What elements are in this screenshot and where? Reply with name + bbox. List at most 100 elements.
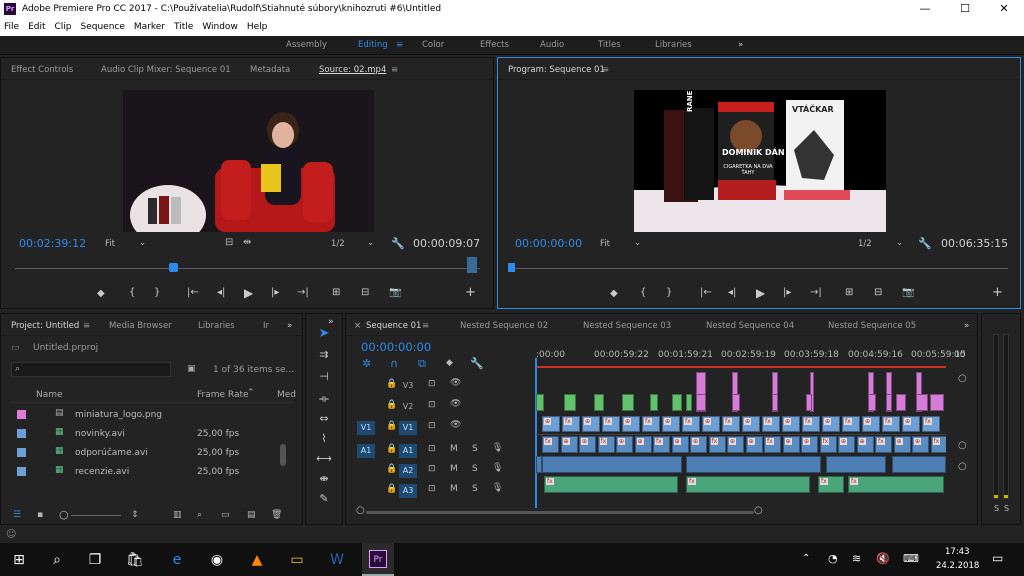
project-list-item[interactable]: ▦ odporúčame.avi 25,00 fps: [11, 444, 279, 462]
menu-sequence[interactable]: Sequence: [81, 22, 125, 32]
a1-clip[interactable]: ⊕: [782, 436, 800, 453]
source-resolution-dropdown[interactable]: 1/2: [331, 239, 345, 249]
label-color-swatch[interactable]: [17, 448, 26, 457]
rolling-edit-tool-icon[interactable]: ⟛: [312, 392, 336, 406]
a1-clip[interactable]: fx: [819, 436, 837, 453]
lock-icon[interactable]: 🔒: [386, 400, 397, 410]
program-mark-in-icon[interactable]: {: [640, 287, 646, 298]
tab-program[interactable]: Program: Sequence 01: [508, 65, 605, 75]
source-insert-icon[interactable]: ⊞: [332, 287, 340, 298]
a1-clip[interactable]: fx: [542, 436, 559, 453]
zoom-slider-handle[interactable]: ○: [59, 508, 69, 521]
ripple-edit-tool-icon[interactable]: ⊣: [312, 370, 336, 383]
timeline-horizontal-scrollbar[interactable]: ○ ○: [356, 505, 763, 516]
scroll-left-handle[interactable]: ○: [356, 505, 365, 516]
tab-nested-sequence-03[interactable]: Nested Sequence 03: [583, 321, 671, 331]
work-area-bar[interactable]: [536, 366, 946, 368]
a1-clip[interactable]: fx: [875, 436, 892, 453]
v2-pink-clip[interactable]: [868, 394, 876, 411]
vlc-icon[interactable]: ▲: [246, 549, 268, 571]
v1-clip[interactable]: ⊕: [622, 416, 640, 432]
a1-clip[interactable]: fx: [597, 436, 615, 453]
windows-start-icon[interactable]: ⊞: [8, 549, 30, 571]
sync-lock-icon[interactable]: ⊡: [428, 379, 436, 389]
source-patch-v1[interactable]: V1: [357, 421, 375, 435]
meter-solo-left[interactable]: S: [994, 504, 999, 513]
mic-icon[interactable]: 🎙: [492, 483, 503, 493]
program-timecode[interactable]: 00:00:00:00: [515, 237, 582, 250]
workspace-menu-icon[interactable]: ≡: [396, 40, 403, 50]
a1-clip[interactable]: ⊕: [690, 436, 707, 453]
clear-icon[interactable]: 🗑: [271, 510, 282, 520]
taskbar-date[interactable]: 24.2.2018: [936, 561, 979, 571]
wifi-icon[interactable]: ≋: [852, 552, 861, 565]
program-go-to-in-icon[interactable]: |←: [700, 287, 712, 298]
selection-tool-icon[interactable]: ➤: [312, 326, 336, 341]
workspace-assembly[interactable]: Assembly: [286, 40, 327, 50]
v1-clip[interactable]: ⊕: [782, 416, 800, 432]
list-view-icon[interactable]: ☰: [13, 510, 21, 520]
v1-clip[interactable]: fx: [922, 416, 940, 432]
a1-clip[interactable]: ⊕: [745, 436, 763, 453]
a1-clip[interactable]: fx: [653, 436, 670, 453]
tab-libraries[interactable]: Libraries: [198, 321, 235, 331]
timeline-panel-menu-icon[interactable]: ≡: [422, 321, 429, 331]
workspace-editing[interactable]: Editing: [358, 40, 388, 50]
track-v3-label[interactable]: V3: [399, 379, 417, 393]
track-zoom-a-icon[interactable]: ○: [958, 440, 967, 451]
source-res-chevron-icon[interactable]: ⌄: [367, 238, 374, 248]
a2-clip[interactable]: [826, 456, 886, 473]
project-scrollbar-thumb[interactable]: [280, 444, 286, 466]
network-icon[interactable]: ◔: [828, 552, 838, 565]
a1-clip[interactable]: fx: [764, 436, 781, 453]
program-res-chevron-icon[interactable]: ⌄: [896, 238, 903, 248]
source-panel-menu-icon[interactable]: ≡: [391, 65, 398, 75]
maximize-button[interactable]: ☐: [945, 0, 985, 18]
source-step-back-icon[interactable]: ◂|: [217, 287, 225, 298]
project-list-item[interactable]: ▦ novinky.avi 25,00 fps: [11, 425, 279, 443]
automate-to-sequence-icon[interactable]: ▥: [173, 510, 182, 520]
track-v2-label[interactable]: V2: [399, 400, 417, 414]
rate-stretch-tool-icon[interactable]: ⇔: [312, 412, 336, 425]
snap-icon[interactable]: ∩: [390, 357, 398, 370]
menu-title[interactable]: Title: [174, 22, 193, 32]
mic-icon[interactable]: 🎙: [492, 463, 503, 473]
project-list-item[interactable]: ▤ miniatura_logo.png: [11, 406, 279, 424]
sync-lock-icon[interactable]: ⊡: [428, 421, 436, 431]
lock-icon[interactable]: 🔒: [386, 464, 397, 474]
v1-clip[interactable]: fx: [562, 416, 580, 432]
label-color-swatch[interactable]: [17, 410, 26, 419]
mute-button[interactable]: M: [450, 444, 458, 454]
track-a3-label[interactable]: A3: [399, 484, 417, 498]
close-button[interactable]: ✕: [984, 0, 1024, 18]
find-icon[interactable]: ⌕: [197, 510, 202, 520]
a3-clip[interactable]: fx: [848, 476, 944, 493]
source-fit-dropdown[interactable]: Fit: [105, 239, 115, 249]
workspace-titles[interactable]: Titles: [598, 40, 621, 50]
a1-clip[interactable]: ⊕: [634, 436, 652, 453]
new-bin-icon[interactable]: ▭: [221, 510, 230, 520]
minimize-button[interactable]: —: [905, 0, 945, 18]
source-overwrite-icon[interactable]: ⊟: [361, 287, 369, 298]
label-color-swatch[interactable]: [17, 467, 26, 476]
v2-clip[interactable]: [622, 394, 634, 411]
v2-clip[interactable]: [686, 394, 692, 411]
v1-clip[interactable]: fx: [722, 416, 740, 432]
source-play-icon[interactable]: ▶: [244, 286, 253, 300]
v1-clip[interactable]: ⊕: [902, 416, 920, 432]
tab-nested-sequence-04[interactable]: Nested Sequence 04: [706, 321, 794, 331]
eye-icon[interactable]: 👁: [450, 420, 461, 430]
source-add-marker-icon[interactable]: ◆: [97, 288, 105, 299]
a2-clip[interactable]: [686, 456, 821, 473]
v2-pink-clip[interactable]: [696, 394, 706, 411]
v2-pink-clip[interactable]: [916, 394, 928, 411]
v1-clip[interactable]: fx: [682, 416, 700, 432]
program-extract-icon[interactable]: ⊟: [874, 287, 882, 298]
label-color-swatch[interactable]: [17, 429, 26, 438]
linked-selection-icon[interactable]: ⧉: [418, 357, 426, 371]
program-export-frame-icon[interactable]: 📷: [902, 287, 914, 298]
program-lift-icon[interactable]: ⊞: [845, 287, 853, 298]
v1-clip[interactable]: ⊕: [542, 416, 560, 432]
edge-icon[interactable]: e: [166, 549, 188, 571]
icon-view-icon[interactable]: ▪: [37, 510, 43, 520]
